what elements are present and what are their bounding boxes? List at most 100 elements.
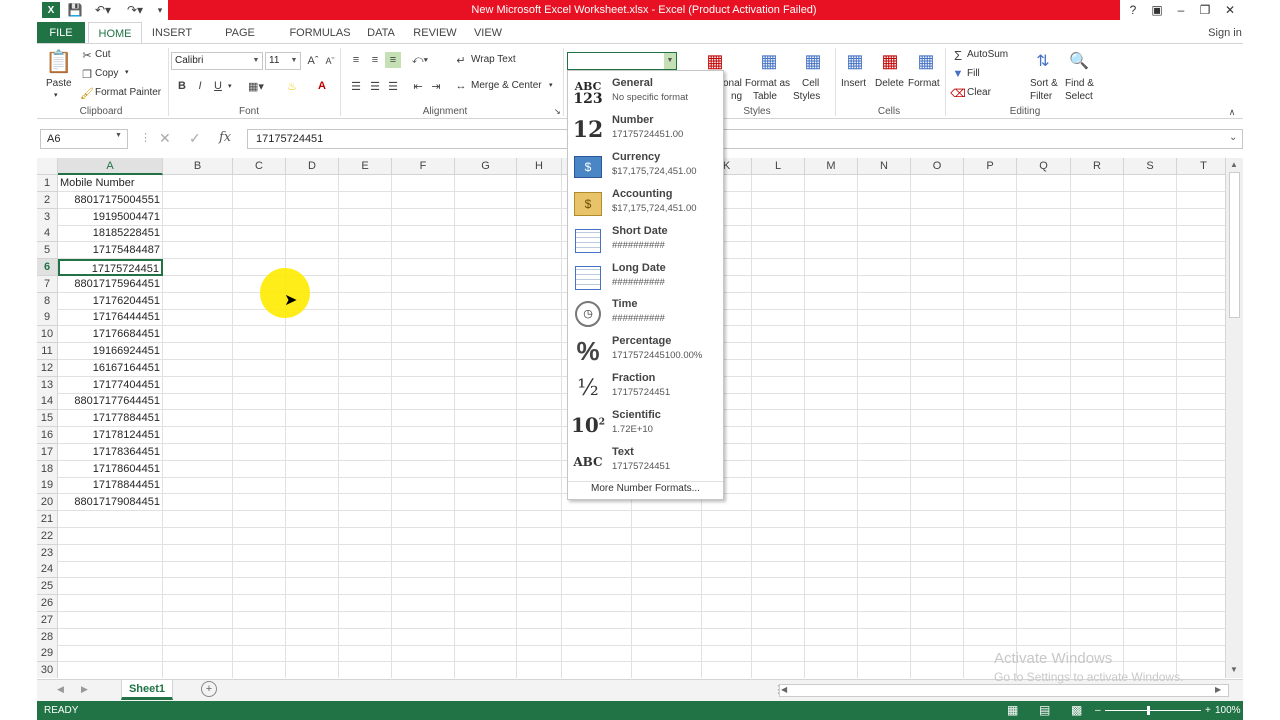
cell[interactable] — [339, 645, 392, 663]
cell[interactable] — [392, 208, 455, 226]
zoom-slider-thumb[interactable] — [1147, 706, 1150, 715]
cell[interactable] — [1124, 494, 1177, 512]
sign-in-link[interactable]: Sign in — [1207, 22, 1243, 44]
cell[interactable] — [1071, 309, 1124, 327]
cell[interactable] — [1017, 443, 1071, 461]
cell[interactable] — [1124, 578, 1177, 596]
cell-a3[interactable]: 19195004471 — [58, 208, 163, 226]
cell[interactable] — [1124, 292, 1177, 310]
cell[interactable] — [964, 292, 1017, 310]
align-bottom-icon[interactable]: ≡ — [385, 52, 401, 68]
number-format-combo[interactable]: ▼ — [567, 52, 677, 70]
cell[interactable] — [392, 511, 455, 528]
cell[interactable] — [233, 544, 286, 562]
cell[interactable] — [339, 175, 392, 192]
cell[interactable] — [964, 511, 1017, 528]
cell[interactable] — [858, 343, 911, 360]
row-header-5[interactable]: 5 — [37, 242, 58, 260]
column-header-C[interactable]: C — [233, 158, 286, 175]
cell[interactable] — [752, 275, 805, 293]
cell[interactable] — [911, 359, 964, 377]
cell[interactable] — [1071, 410, 1124, 428]
cell[interactable] — [752, 242, 805, 260]
cell[interactable] — [632, 628, 702, 646]
tab-page-layout[interactable]: PAGE LAYOUT — [203, 22, 277, 61]
cell[interactable] — [911, 410, 964, 428]
conditional-formatting-label2[interactable]: ng — [731, 91, 742, 102]
cell[interactable] — [858, 259, 911, 276]
column-header-F[interactable]: F — [392, 158, 455, 175]
cell[interactable] — [1071, 208, 1124, 226]
clear-button[interactable]: Clear — [967, 87, 991, 98]
cell[interactable] — [752, 343, 805, 360]
cell[interactable] — [1177, 461, 1225, 478]
cell[interactable] — [911, 628, 964, 646]
cell[interactable] — [1017, 359, 1071, 377]
tab-view[interactable]: VIEW — [473, 22, 503, 44]
cell-a9[interactable]: 17176444451 — [58, 309, 163, 327]
cell[interactable] — [286, 662, 339, 678]
cell[interactable] — [339, 292, 392, 310]
row-header-6[interactable]: 6 — [37, 259, 58, 276]
cell[interactable] — [1071, 326, 1124, 344]
cell[interactable] — [632, 645, 702, 663]
cell[interactable] — [1177, 629, 1225, 646]
row-header-8[interactable]: 8 — [37, 292, 58, 310]
cell[interactable] — [339, 443, 392, 461]
cell[interactable] — [632, 595, 702, 612]
cell[interactable] — [964, 175, 1017, 192]
cell[interactable] — [455, 410, 517, 428]
merge-dropdown-icon[interactable]: ▾ — [549, 81, 553, 89]
cell-a19[interactable]: 17178844451 — [58, 477, 163, 495]
cell[interactable] — [1177, 175, 1225, 192]
scroll-up-icon[interactable]: ▲ — [1230, 160, 1238, 169]
cell[interactable] — [1071, 443, 1124, 461]
cell[interactable] — [1177, 242, 1225, 260]
insert-cells-button[interactable]: Insert — [841, 78, 866, 89]
cell[interactable] — [858, 494, 911, 512]
cell[interactable] — [233, 376, 286, 394]
cell[interactable] — [233, 460, 286, 478]
cell[interactable] — [858, 527, 911, 545]
grow-font-icon[interactable]: Aˆ — [306, 53, 320, 69]
number-format-time[interactable]: ◷ Time ########## — [568, 295, 723, 332]
cell[interactable] — [163, 527, 233, 545]
cell[interactable] — [805, 326, 858, 344]
column-header-H[interactable]: H — [517, 158, 562, 175]
cell[interactable] — [1177, 343, 1225, 360]
cell[interactable] — [163, 628, 233, 646]
cell[interactable] — [339, 595, 392, 612]
cell[interactable] — [1071, 275, 1124, 293]
cell[interactable] — [455, 326, 517, 344]
cell-a6[interactable]: 17175724451 — [58, 259, 163, 276]
row-header-28[interactable]: 28 — [37, 628, 58, 646]
row-header-26[interactable]: 26 — [37, 595, 58, 612]
cell[interactable] — [1177, 427, 1225, 444]
cell[interactable] — [964, 410, 1017, 428]
cell[interactable] — [911, 460, 964, 478]
row-header-13[interactable]: 13 — [37, 376, 58, 394]
cell[interactable] — [964, 191, 1017, 209]
cell[interactable] — [455, 561, 517, 579]
cell[interactable] — [858, 225, 911, 243]
decrease-indent-icon[interactable]: ⇤ — [410, 78, 426, 94]
cell[interactable] — [858, 292, 911, 310]
cell[interactable] — [339, 494, 392, 512]
cell[interactable] — [1124, 393, 1177, 411]
cell[interactable] — [1071, 292, 1124, 310]
cell[interactable] — [233, 225, 286, 243]
column-header-D[interactable]: D — [286, 158, 339, 175]
cell[interactable] — [964, 376, 1017, 394]
cell[interactable] — [702, 662, 752, 678]
zoom-in-icon[interactable]: + — [1205, 701, 1211, 720]
cell[interactable] — [392, 275, 455, 293]
cell[interactable] — [911, 208, 964, 226]
align-top-icon[interactable]: ≡ — [348, 52, 364, 68]
cell[interactable] — [964, 544, 1017, 562]
fill-button[interactable]: Fill — [967, 68, 980, 79]
cell[interactable] — [805, 292, 858, 310]
alignment-launcher-icon[interactable]: ↘ — [554, 107, 561, 116]
cell[interactable] — [805, 393, 858, 411]
format-cells-icon[interactable]: ▦ — [913, 48, 939, 74]
cell[interactable] — [163, 309, 233, 327]
